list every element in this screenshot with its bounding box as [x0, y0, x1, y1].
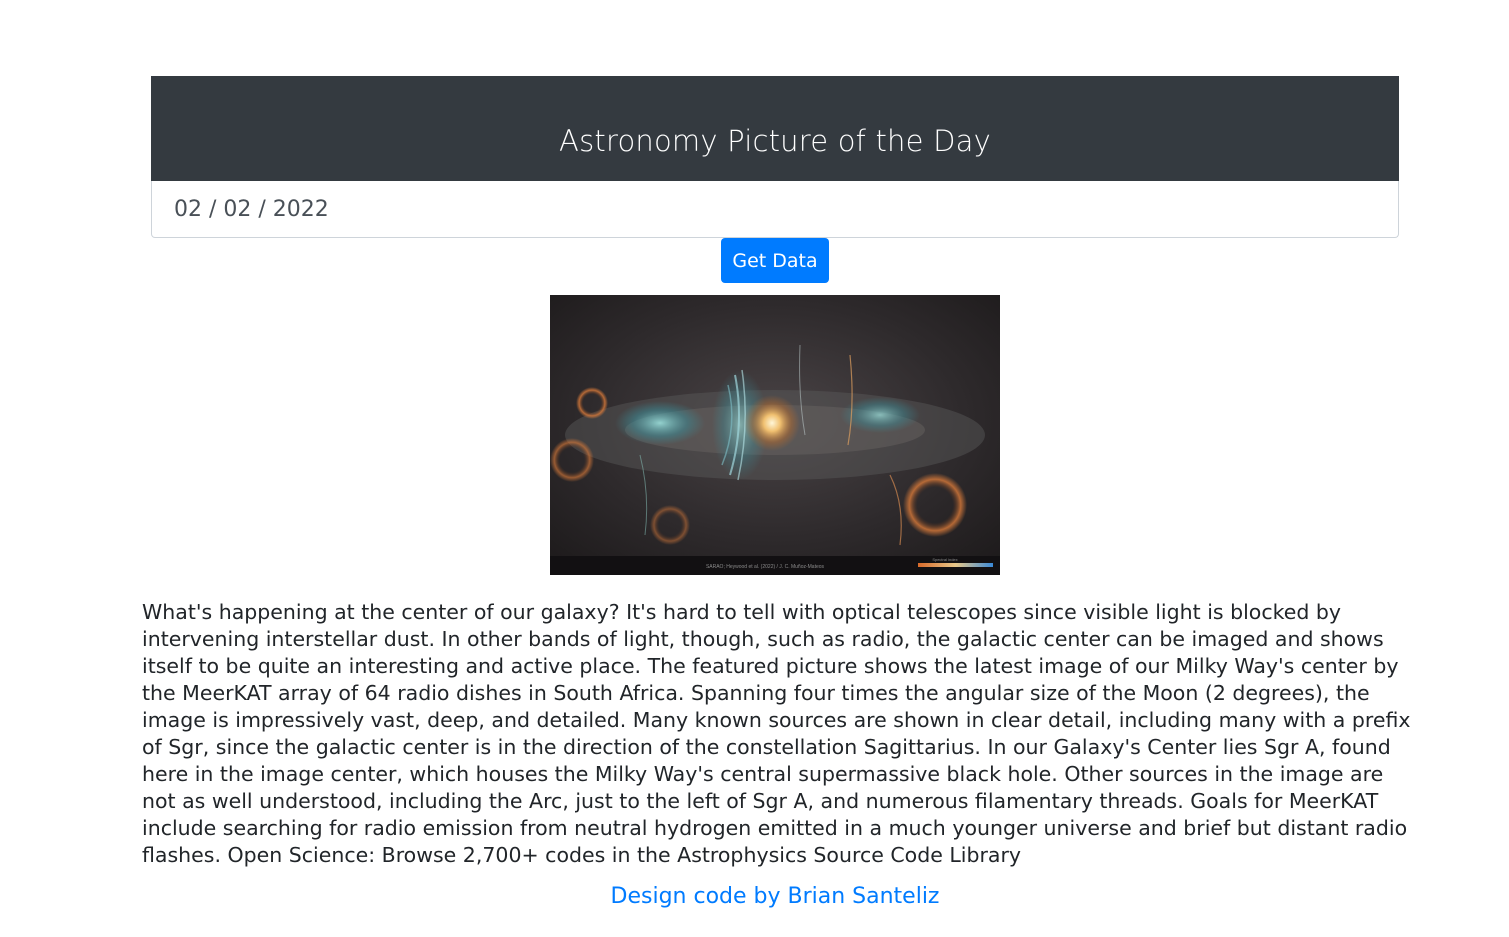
design-credit-link[interactable]: Design code by Brian Santeliz [0, 884, 1509, 909]
supernova-remnant-right [903, 473, 967, 537]
spectral-colorbar [918, 563, 993, 567]
apod-explanation: What's happening at the center of our ga… [142, 600, 1411, 867]
date-input[interactable] [151, 181, 1399, 238]
sgr-a-core [744, 395, 800, 451]
image-credit: SARAO; Heywood et al. (2022) / J. C. Muñ… [706, 564, 825, 570]
colorbar-label: Spectral index [932, 557, 957, 562]
get-data-button[interactable]: Get Data [721, 238, 829, 283]
supernova-remnant-left [576, 387, 608, 419]
page-header: Astronomy Picture of the Day [151, 76, 1399, 181]
apod-image: SARAO; Heywood et al. (2022) / J. C. Muñ… [550, 295, 1000, 575]
cyan-emission-left [615, 401, 705, 445]
page-title: Astronomy Picture of the Day [559, 123, 991, 158]
